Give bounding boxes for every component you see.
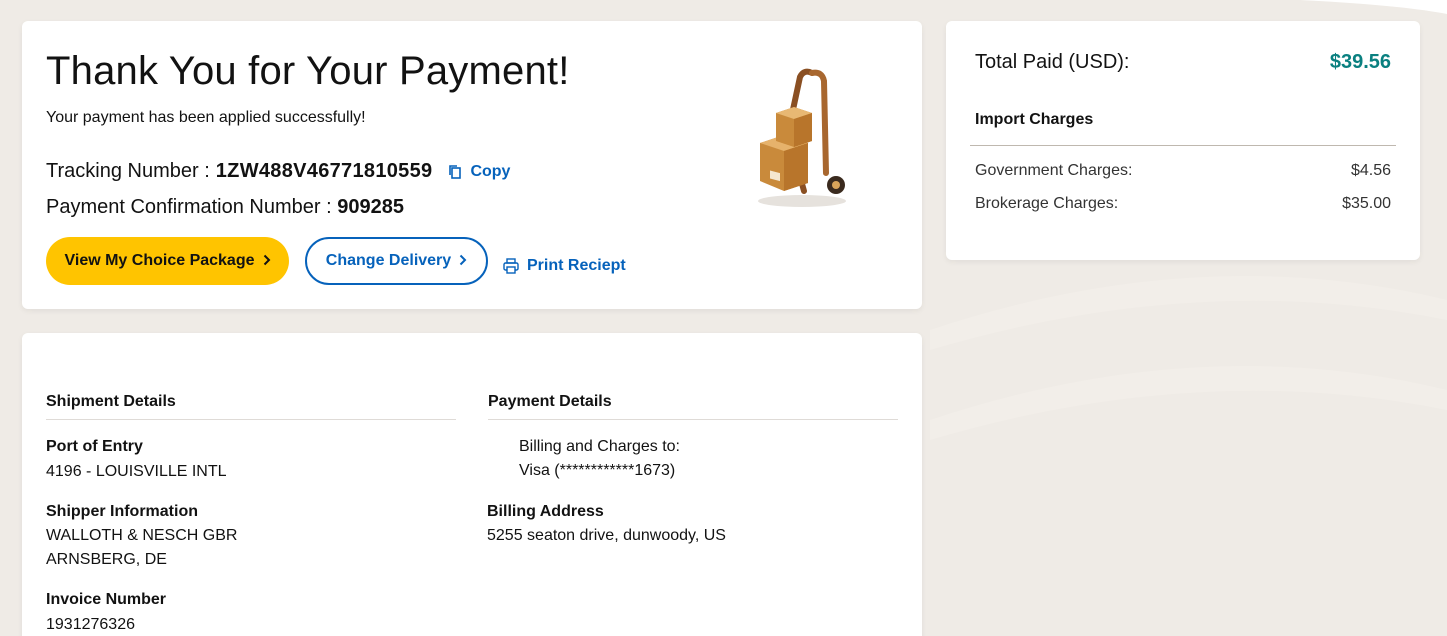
copy-label: Copy xyxy=(470,162,511,180)
details-card: Shipment Details Payment Details Port of… xyxy=(22,333,922,636)
invoice-number-label: Invoice Number xyxy=(46,591,167,608)
success-message: Your payment has been applied successful… xyxy=(46,109,366,126)
port-of-entry-label: Port of Entry xyxy=(46,438,143,455)
chevron-right-icon xyxy=(459,253,467,269)
print-receipt-label: Print Reciept xyxy=(527,257,626,274)
payment-summary-card: Total Paid (USD): $39.56 Import Charges … xyxy=(946,21,1420,260)
confirmation-number-label: Payment Confirmation Number : xyxy=(46,196,332,218)
charge-value: $35.00 xyxy=(1342,195,1391,212)
charge-value: $4.56 xyxy=(1350,162,1391,179)
view-my-choice-package-button[interactable]: View My Choice Package xyxy=(46,237,289,285)
tracking-number-row: Tracking Number : 1ZW488V46771810559 Cop… xyxy=(46,160,510,183)
shipper-information-label: Shipper Information xyxy=(46,503,198,520)
chevron-right-icon xyxy=(263,253,271,269)
import-charges-heading: Import Charges xyxy=(975,111,1094,128)
card-on-file: Visa (************1673) xyxy=(519,462,676,479)
charge-label: Government Charges: xyxy=(975,162,1133,179)
shipper-location: ARNSBERG, DE xyxy=(46,551,167,568)
port-of-entry-value: 4196 - LOUISVILLE INTL xyxy=(46,463,227,480)
shipper-name: WALLOTH & NESCH GBR xyxy=(46,527,238,544)
charge-line: Brokerage Charges: $35.00 xyxy=(975,195,1391,213)
view-package-label: View My Choice Package xyxy=(64,252,255,269)
print-receipt-link[interactable]: Print Reciept xyxy=(503,257,626,275)
change-delivery-label: Change Delivery xyxy=(325,252,452,269)
payment-details-heading: Payment Details xyxy=(488,393,898,420)
billing-address-value: 5255 seaton drive, dunwoody, US xyxy=(487,527,726,544)
change-delivery-button[interactable]: Change Delivery xyxy=(305,237,488,285)
charge-line: Government Charges: $4.56 xyxy=(975,162,1391,180)
billing-address-label: Billing Address xyxy=(487,503,604,520)
tracking-number-label: Tracking Number : xyxy=(46,160,210,182)
confirmation-number-value: 909285 xyxy=(337,196,404,218)
confirmation-number-row: Payment Confirmation Number : 909285 xyxy=(46,196,404,219)
copy-icon xyxy=(449,165,462,179)
tracking-number-value: 1ZW488V46771810559 xyxy=(215,160,433,182)
total-paid-value: $39.56 xyxy=(1329,51,1391,73)
printer-icon xyxy=(503,258,519,274)
invoice-number-value: 1931276326 xyxy=(46,616,135,633)
shipment-details-heading: Shipment Details xyxy=(46,393,456,420)
total-paid-label: Total Paid (USD): xyxy=(975,51,1130,73)
hand-truck-boxes-illustration xyxy=(758,68,846,207)
billing-to-label: Billing and Charges to: xyxy=(519,438,680,455)
copy-tracking-button[interactable]: Copy xyxy=(448,163,510,181)
confirmation-card: Thank You for Your Payment! Your payment… xyxy=(22,21,922,309)
divider xyxy=(970,145,1396,146)
charge-label: Brokerage Charges: xyxy=(975,195,1119,212)
page-title: Thank You for Your Payment! xyxy=(46,49,570,93)
